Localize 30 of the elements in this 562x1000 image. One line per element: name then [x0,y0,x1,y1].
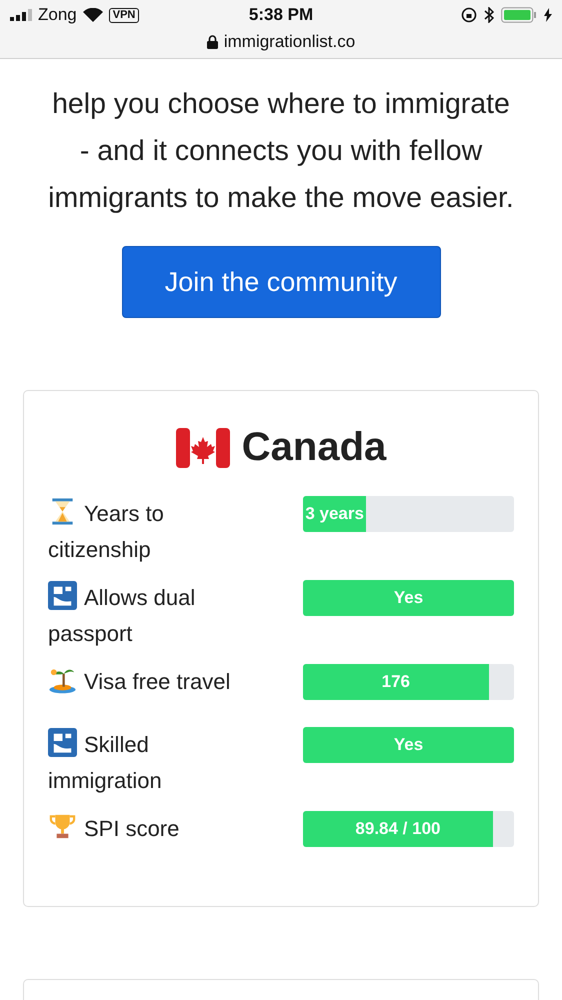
indicator-fill: 89.84 / 100 [303,811,493,847]
carrier-name: Zong [38,5,77,25]
indicator-label: SPI score [48,811,268,862]
indicator-label: Years to citizenship [48,496,268,568]
signal-icon [10,9,32,21]
indicator-fill: Yes [303,727,514,763]
wifi-icon [82,8,103,22]
intro-line: - and it connects you with fellow [80,134,482,169]
rotation-lock-icon [461,7,477,23]
indicator-fill: 176 [303,664,489,700]
bluetooth-icon [484,7,494,23]
indicator-label: Visa free travel [48,664,268,715]
flag-icon [176,428,230,468]
passport-control-icon [48,581,77,610]
charging-icon [544,8,552,22]
page-url[interactable]: immigrationlist.co [224,32,356,52]
status-time: 5:38 PM [248,5,314,25]
vpn-badge: VPN [108,8,140,22]
country-title: Canada [242,425,386,470]
indicator-label: Allows dual passport [48,580,268,652]
passport-control-icon [48,728,77,757]
intro-line: help you choose where to immigrate [52,87,510,122]
lock-icon [206,35,218,49]
indicator-fill: 3 years [303,496,366,532]
trophy-icon [48,812,77,841]
indicator-label: Skilled immigration [48,727,268,799]
indicator-fill: Yes [303,580,514,616]
intro-line: immigrants to make the move easier. [48,181,514,216]
join-button[interactable]: Join the community [122,246,440,318]
battery-icon [501,7,537,23]
